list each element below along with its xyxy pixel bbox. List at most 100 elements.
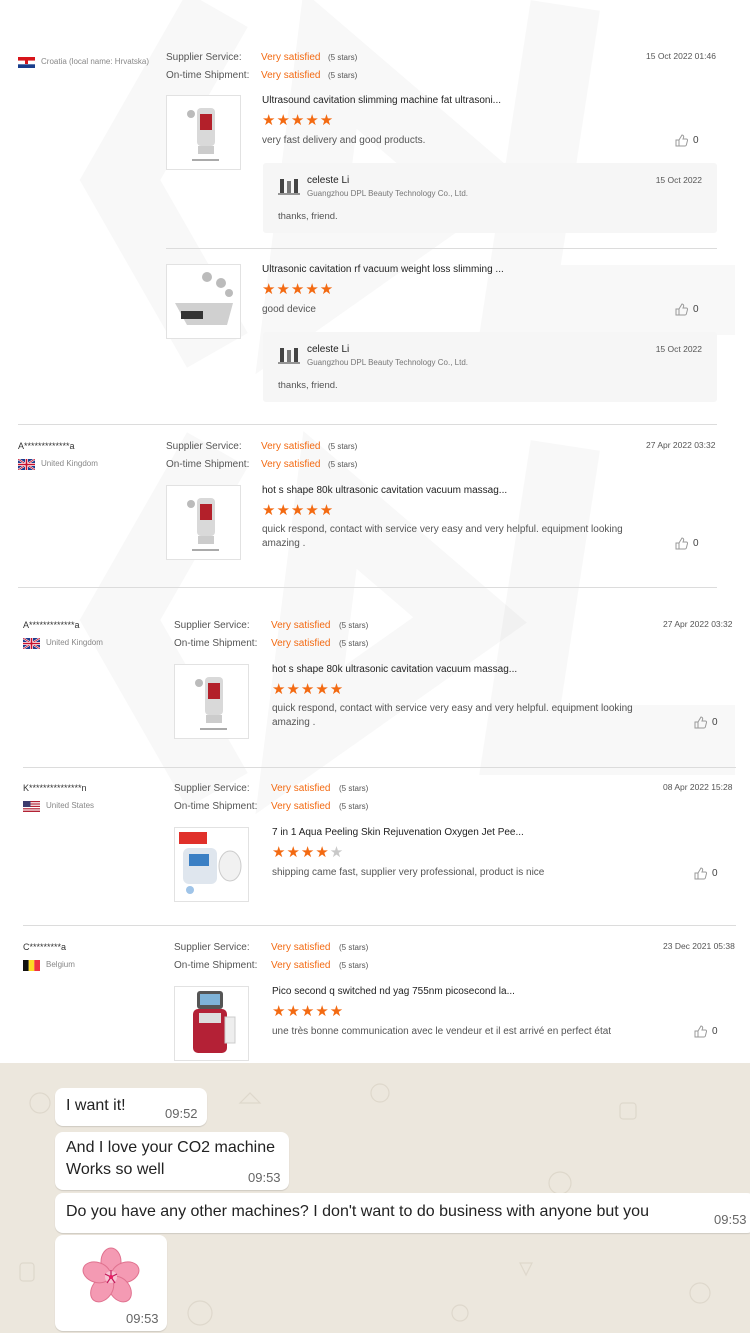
uk-flag-icon [18, 459, 35, 470]
product-title-link[interactable]: hot s shape 80k ultrasonic cavitation va… [272, 664, 517, 675]
like-count: 0 [693, 304, 699, 316]
review-date: 08 Apr 2022 15:28 [663, 782, 733, 792]
like-count: 0 [712, 868, 718, 880]
shipment-label: On-time Shipment: [166, 459, 250, 470]
stars-count: (5 stars) [328, 71, 358, 80]
product-title-link[interactable]: 7 in 1 Aqua Peeling Skin Rejuvenation Ox… [272, 827, 524, 838]
product-thumbnail[interactable] [166, 95, 241, 170]
like-button[interactable]: 0 [694, 1025, 718, 1038]
chat-message[interactable]: I want it! 09:52 [55, 1088, 207, 1126]
reply-company: Guangzhou DPL Beauty Technology Co., Ltd… [307, 189, 468, 198]
star-rating: ★★★★★ [272, 681, 345, 698]
thumbs-up-icon [675, 303, 688, 316]
reviewer-name: A*************a [23, 620, 80, 630]
product-title-link[interactable]: Pico second q switched nd yag 755nm pico… [272, 986, 515, 997]
stars-count: (5 stars) [328, 460, 358, 469]
message-text: I want it! [66, 1097, 126, 1114]
supplier-logo [278, 179, 300, 195]
stars-count: (5 stars) [339, 639, 369, 648]
reply-date: 15 Oct 2022 [655, 344, 702, 354]
shipment-value: Very satisfied [271, 638, 331, 649]
stars-count: (5 stars) [339, 961, 369, 970]
supplier-service-label: Supplier Service: [174, 942, 250, 953]
chat-message[interactable]: And I love your CO2 machine Works so wel… [55, 1132, 289, 1190]
shipment-label: On-time Shipment: [166, 70, 250, 81]
croatia-flag-icon [18, 57, 35, 68]
message-text: And I love your CO2 machine [66, 1139, 275, 1156]
reply-company: Guangzhou DPL Beauty Technology Co., Ltd… [307, 358, 468, 367]
reviewer-country: United Kingdom [46, 638, 103, 647]
reply-text: thanks, friend. [278, 211, 338, 222]
stars-count: (5 stars) [339, 784, 369, 793]
like-button[interactable]: 0 [675, 134, 699, 147]
reviewer-name: A*************a [18, 441, 75, 451]
cherry-blossom-sticker [82, 1247, 140, 1303]
reply-date: 15 Oct 2022 [655, 175, 702, 185]
product-title-link[interactable]: Ultrasound cavitation slimming machine f… [262, 95, 501, 106]
product-thumbnail[interactable] [174, 664, 249, 739]
reviewer-country: Croatia (local name: Hrvatska) [41, 57, 150, 66]
us-flag-icon [23, 801, 40, 812]
like-button[interactable]: 0 [694, 716, 718, 729]
chat-sticker-message[interactable]: 09:53 [55, 1235, 167, 1331]
belgium-flag-icon [23, 960, 40, 971]
uk-flag-icon [23, 638, 40, 649]
stars-count: (5 stars) [328, 442, 358, 451]
like-count: 0 [712, 1026, 718, 1038]
message-text: Do you have any other machines? I don't … [66, 1203, 649, 1220]
supplier-service-value: Very satisfied [271, 942, 331, 953]
review-date: 27 Apr 2022 03:32 [646, 440, 716, 450]
message-time: 09:53 [714, 1212, 747, 1227]
thumbs-up-icon [694, 1025, 707, 1038]
shipment-label: On-time Shipment: [174, 638, 258, 649]
product-thumbnail[interactable] [166, 264, 241, 339]
chat-message[interactable]: Do you have any other machines? I don't … [55, 1193, 750, 1233]
like-button[interactable]: 0 [675, 537, 699, 550]
supplier-service-label: Supplier Service: [166, 441, 242, 452]
shipment-value: Very satisfied [271, 801, 331, 812]
shipment-value: Very satisfied [261, 459, 321, 470]
star-rating: ★★★★★ [272, 1003, 345, 1020]
review-date: 15 Oct 2022 01:46 [646, 51, 716, 61]
supplier-service-label: Supplier Service: [174, 783, 250, 794]
thumbs-up-icon [675, 537, 688, 550]
like-button[interactable]: 0 [675, 303, 699, 316]
review-comment: shipping came fast, supplier very profes… [272, 867, 545, 878]
like-count: 0 [693, 135, 699, 147]
like-button[interactable]: 0 [694, 867, 718, 880]
reply-author: celeste Li [307, 344, 350, 355]
reviewer-name: C*********a [23, 942, 67, 952]
message-time: 09:53 [126, 1311, 159, 1326]
star-rating: ★★★★★ [262, 502, 335, 519]
reviewer-country: United Kingdom [41, 459, 98, 468]
divider [23, 925, 736, 926]
supplier-service-value: Very satisfied [261, 52, 321, 63]
supplier-service-label: Supplier Service: [174, 620, 250, 631]
supplier-service-value: Very satisfied [261, 441, 321, 452]
stars-count: (5 stars) [328, 53, 358, 62]
supplier-reply: celeste Li Guangzhou DPL Beauty Technolo… [263, 163, 717, 233]
like-count: 0 [712, 717, 718, 729]
star-rating: ★★★★★ [262, 112, 335, 129]
product-thumbnail[interactable] [174, 986, 249, 1061]
divider [23, 767, 736, 768]
review-date: 23 Dec 2021 05:38 [663, 941, 735, 951]
divider [18, 424, 717, 425]
review-comment: une très bonne communication avec le ven… [272, 1026, 612, 1037]
supplier-reply: celeste Li Guangzhou DPL Beauty Technolo… [263, 332, 717, 402]
divider [18, 587, 717, 588]
supplier-logo [278, 348, 300, 364]
reviewer-country: Belgium [46, 960, 75, 969]
product-thumbnail[interactable] [166, 485, 241, 560]
reviewer-name: K***************n [23, 783, 87, 793]
message-time: 09:53 [248, 1170, 281, 1185]
review-comment: quick respond, contact with service very… [262, 524, 623, 549]
product-thumbnail[interactable] [174, 827, 249, 902]
divider [166, 248, 717, 249]
review-comment: very fast delivery and good products. [262, 135, 426, 146]
star-rating: ★★★★★ [262, 281, 335, 298]
product-title-link[interactable]: Ultrasonic cavitation rf vacuum weight l… [262, 264, 504, 275]
supplier-service-value: Very satisfied [271, 783, 331, 794]
product-title-link[interactable]: hot s shape 80k ultrasonic cavitation va… [262, 485, 507, 496]
shipment-label: On-time Shipment: [174, 801, 258, 812]
